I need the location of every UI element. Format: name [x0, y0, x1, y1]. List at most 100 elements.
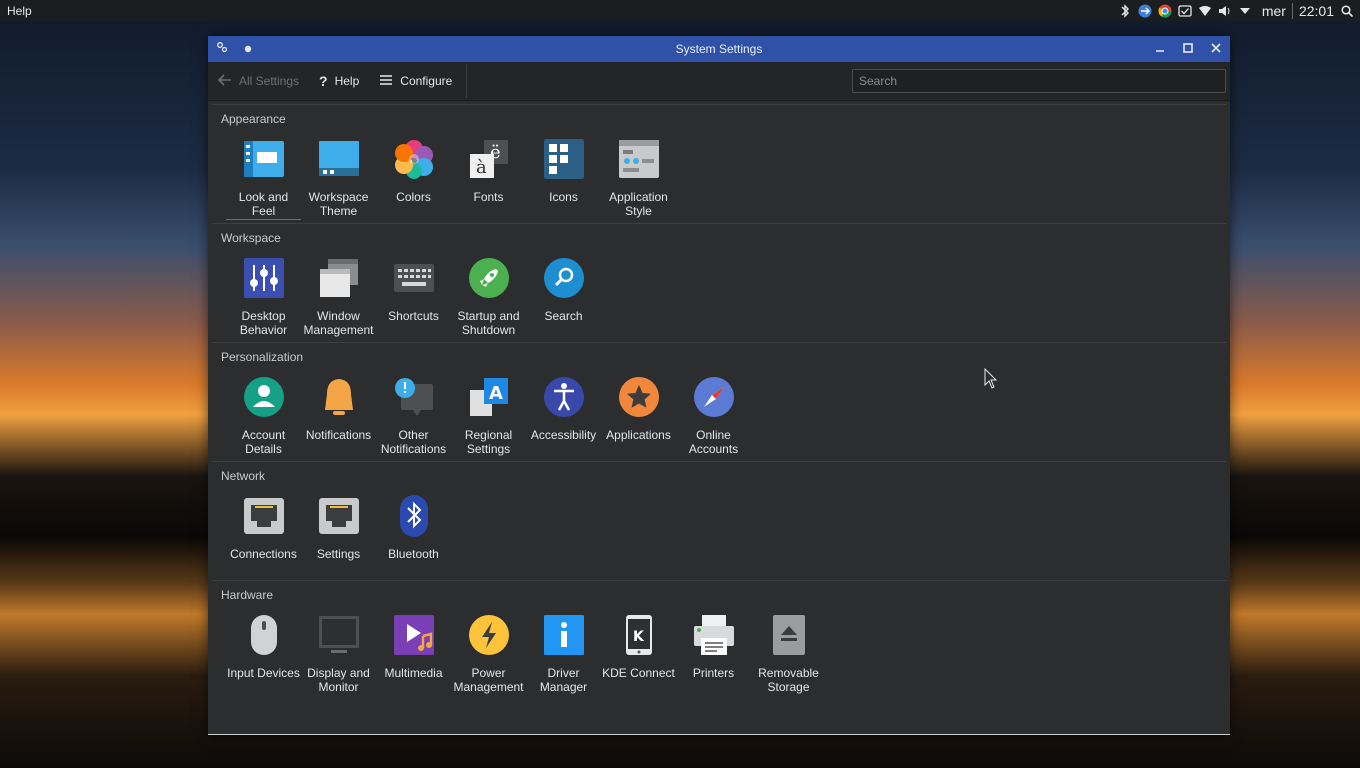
bell-icon	[317, 375, 361, 419]
power-icon	[467, 613, 511, 657]
item-label: Input Devices	[227, 666, 300, 680]
item-connections[interactable]: Connections	[226, 494, 301, 561]
section-workspace: Workspace Desktop Behavior Window Manage…	[212, 223, 1226, 342]
item-label: Settings	[316, 547, 361, 561]
workspace-theme-icon	[317, 137, 361, 181]
item-colors[interactable]: Colors	[376, 137, 451, 220]
item-power-management[interactable]: Power Management	[451, 613, 526, 694]
item-label: Icons	[549, 190, 578, 204]
search-icon	[542, 256, 586, 300]
item-label: Workspace Theme	[308, 190, 369, 218]
look-and-feel-icon	[242, 137, 286, 181]
language-icon: A	[467, 375, 511, 419]
item-multimedia[interactable]: Multimedia	[376, 613, 451, 694]
item-network-settings[interactable]: Settings	[301, 494, 376, 561]
item-workspace-theme[interactable]: Workspace Theme	[301, 137, 376, 220]
all-settings-label: All Settings	[239, 74, 300, 88]
window-title: System Settings	[675, 42, 763, 56]
item-online-accounts[interactable]: Online Accounts	[676, 375, 751, 456]
item-notifications[interactable]: Notifications	[301, 375, 376, 456]
item-fonts[interactable]: ëà Fonts	[451, 137, 526, 220]
minimize-button[interactable]	[1152, 40, 1168, 56]
search-input[interactable]	[852, 69, 1226, 93]
item-label: Look and Feel	[226, 190, 301, 220]
toolbar: All Settings ? Help Configure	[208, 62, 1230, 101]
section-appearance: Appearance Look and Feel Workspace Theme	[212, 104, 1226, 223]
item-regional-settings[interactable]: A Regional Settings	[451, 375, 526, 456]
chrome-tray-icon[interactable]	[1158, 4, 1172, 18]
pin-dot-icon[interactable]	[244, 42, 252, 56]
item-label: Startup and Shutdown	[457, 309, 520, 337]
kde-connect-icon: K	[617, 613, 661, 657]
item-kde-connect[interactable]: K KDE Connect	[601, 613, 676, 694]
item-label: Accessibility	[530, 428, 597, 442]
monitor-icon	[317, 613, 361, 657]
item-input-devices[interactable]: Input Devices	[226, 613, 301, 694]
item-removable-storage[interactable]: Removable Storage	[751, 613, 826, 694]
item-shortcuts[interactable]: Shortcuts	[376, 256, 451, 337]
item-window-management[interactable]: Window Management	[301, 256, 376, 337]
item-label: Connections	[230, 547, 297, 561]
item-label: Notifications	[305, 428, 372, 442]
help-label: Help	[334, 74, 360, 88]
printer-icon	[692, 613, 736, 657]
titlebar[interactable]: System Settings	[208, 36, 1230, 62]
clock[interactable]: 22:01	[1299, 3, 1334, 19]
item-label: Application Style	[609, 190, 668, 218]
item-application-style[interactable]: Application Style	[601, 137, 676, 220]
eject-icon	[767, 613, 811, 657]
help-button[interactable]: ? Help	[309, 62, 369, 100]
window-management-icon	[317, 256, 361, 300]
maximize-button[interactable]	[1180, 40, 1196, 56]
section-title: Personalization	[221, 350, 304, 364]
item-account-details[interactable]: Account Details	[226, 375, 301, 456]
section-hardware: Hardware Input Devices Display and Monit…	[212, 580, 1226, 699]
item-look-and-feel[interactable]: Look and Feel	[226, 137, 301, 220]
remote-tray-icon[interactable]	[1138, 4, 1152, 18]
close-button[interactable]	[1208, 40, 1224, 56]
star-icon	[617, 375, 661, 419]
help-menu[interactable]: Help	[0, 4, 32, 18]
configure-button[interactable]: Configure	[369, 62, 462, 100]
item-label: Search	[544, 309, 583, 323]
item-accessibility[interactable]: Accessibility	[526, 375, 601, 456]
item-applications[interactable]: Applications	[601, 375, 676, 456]
hamburger-icon	[379, 73, 393, 89]
ethernet-port-icon	[242, 494, 286, 538]
item-label: Regional Settings	[464, 428, 513, 456]
bluetooth-tray-icon[interactable]	[1118, 4, 1132, 18]
wifi-tray-icon[interactable]	[1198, 4, 1212, 18]
item-label: Account Details	[241, 428, 286, 456]
all-settings-button[interactable]: All Settings	[208, 62, 309, 100]
item-other-notifications[interactable]: Other Notifications	[376, 375, 451, 456]
tray-separator	[1291, 3, 1293, 19]
item-desktop-behavior[interactable]: Desktop Behavior	[226, 256, 301, 337]
search-tray-icon[interactable]	[1340, 4, 1354, 18]
volume-tray-icon[interactable]	[1218, 4, 1232, 18]
day-label: mer	[1261, 3, 1286, 19]
item-label: Other Notifications	[380, 428, 447, 456]
desktop-behavior-icon	[242, 256, 286, 300]
configure-label: Configure	[400, 74, 453, 88]
item-label: Multimedia	[384, 666, 443, 680]
bluetooth-icon	[392, 494, 436, 538]
item-label: Fonts	[473, 190, 504, 204]
window-menu-icon[interactable]	[216, 41, 228, 56]
multimedia-icon	[392, 613, 436, 657]
tray-expand-icon[interactable]	[1238, 4, 1252, 18]
item-startup-and-shutdown[interactable]: Startup and Shutdown	[451, 256, 526, 337]
section-title: Appearance	[221, 112, 286, 126]
section-network: Network Connections Settings Bluetooth	[212, 461, 1226, 580]
back-arrow-icon	[217, 73, 232, 89]
item-label: Desktop Behavior	[239, 309, 288, 337]
item-icons[interactable]: Icons	[526, 137, 601, 220]
item-label: KDE Connect	[602, 666, 675, 680]
item-driver-manager[interactable]: Driver Manager	[526, 613, 601, 694]
item-search[interactable]: Search	[526, 256, 601, 337]
info-icon	[542, 613, 586, 657]
item-label: Applications	[606, 428, 671, 442]
item-display-and-monitor[interactable]: Display and Monitor	[301, 613, 376, 694]
mail-check-tray-icon[interactable]	[1178, 4, 1192, 18]
item-bluetooth[interactable]: Bluetooth	[376, 494, 451, 561]
item-printers[interactable]: Printers	[676, 613, 751, 694]
